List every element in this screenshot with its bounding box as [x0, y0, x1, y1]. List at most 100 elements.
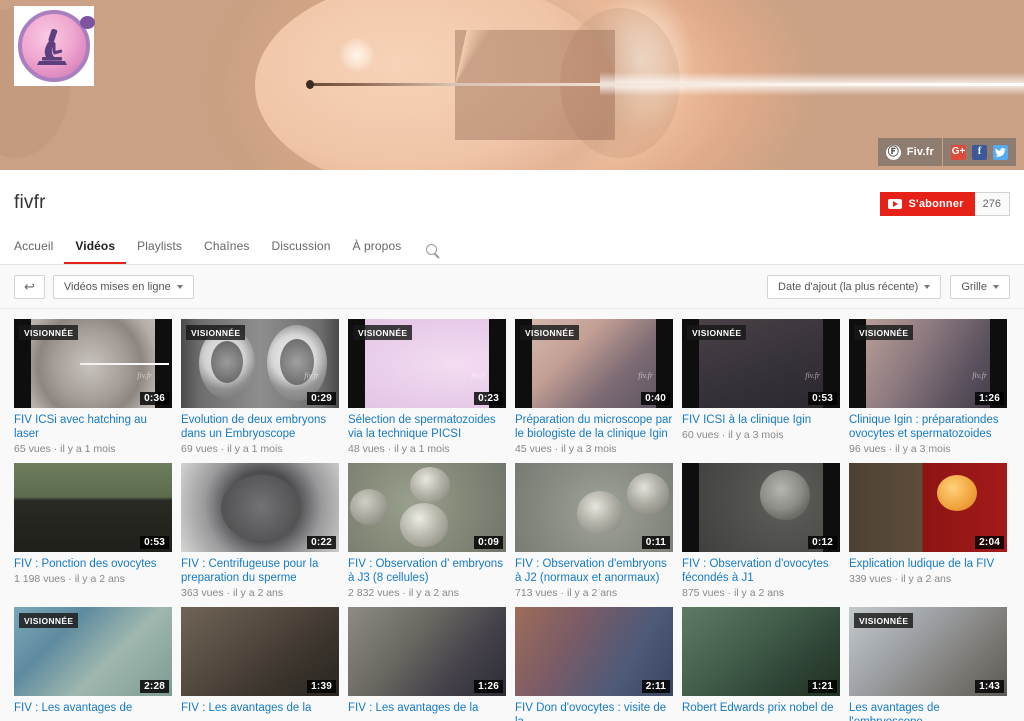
video-title[interactable]: FIV ICSi avec hatching au laser: [14, 413, 172, 441]
thumbnail-detail: [627, 473, 669, 515]
video-title[interactable]: FIV : Observation d'embryons à J2 (norma…: [515, 557, 673, 585]
sort-dropdown[interactable]: Date d'ajout (la plus récente): [767, 274, 942, 299]
thumbnail-detail: [221, 475, 301, 541]
video-title[interactable]: Robert Edwards prix nobel de: [682, 701, 840, 715]
tab-videos[interactable]: Vidéos: [64, 239, 127, 264]
video-title[interactable]: FIV Don d'ovocytes : visite de la: [515, 701, 673, 721]
video-card[interactable]: 2:11 FIV Don d'ovocytes : visite de la: [515, 607, 673, 721]
video-thumbnail[interactable]: 0:12: [682, 463, 840, 552]
video-thumbnail[interactable]: 0:53: [14, 463, 172, 552]
video-card[interactable]: 2:04 Explication ludique de la FIV 339 vue…: [849, 463, 1007, 599]
video-thumbnail[interactable]: 0:22: [181, 463, 339, 552]
video-title[interactable]: FIV : Les avantages de: [14, 701, 172, 715]
video-card[interactable]: 0:12 FIV : Observation d'ovocytes fécondé…: [682, 463, 840, 599]
watched-badge: VISIONNÉE: [687, 325, 747, 340]
tab-chaines[interactable]: Chaînes: [193, 239, 260, 264]
video-duration: 0:12: [808, 536, 837, 549]
video-title[interactable]: FIV : Les avantages de la: [181, 701, 339, 715]
thumbnail-detail: [937, 475, 977, 511]
video-title[interactable]: Les avantages de l'embryoscope: [849, 701, 1007, 721]
video-stats: 45 vues · il y a 3 mois: [515, 443, 617, 455]
video-thumbnail[interactable]: 0:11: [515, 463, 673, 552]
channel-search-button[interactable]: [412, 244, 448, 264]
video-meta: Robert Edwards prix nobel de: [682, 696, 840, 715]
video-card[interactable]: 0:22 FIV : Centrifugeuse pour la preparat…: [181, 463, 339, 599]
channel-header: fivfr S'abonner 276 Accueil Vidéos Playl…: [0, 170, 1024, 265]
video-card[interactable]: VISIONNÉE fiv.fr 0:36 FIV ICSi avec hatchin…: [14, 319, 172, 455]
google-plus-icon[interactable]: G+: [951, 144, 966, 160]
facebook-icon[interactable]: f: [972, 144, 987, 160]
search-icon: [426, 244, 438, 255]
video-card[interactable]: VISIONNÉE 1:43 Les avantages de l'embryosc…: [849, 607, 1007, 721]
channel-banner: Ⓕ Fiv.fr G+ f: [0, 0, 1024, 170]
video-title[interactable]: FIV ICSI à la clinique Igin: [682, 413, 840, 427]
back-button[interactable]: ↩: [14, 274, 45, 299]
video-stats: 96 vues · il y a 3 mois: [849, 443, 951, 455]
video-stats: 713 vues · il y a 2 ans: [515, 587, 618, 599]
video-meta: Les avantages de l'embryoscope: [849, 696, 1007, 721]
video-duration: 0:23: [474, 392, 503, 405]
subscribe-button[interactable]: S'abonner: [880, 192, 975, 216]
video-card[interactable]: 0:11 FIV : Observation d'embryons à J2 (n…: [515, 463, 673, 599]
thumbnail-detail: [400, 503, 448, 547]
video-thumbnail[interactable]: VISIONNÉE fiv.fr 0:36: [14, 319, 172, 408]
video-thumbnail[interactable]: VISIONNÉE fiv.fr 0:23: [348, 319, 506, 408]
banner-needle-tip: [306, 80, 314, 89]
video-thumbnail[interactable]: VISIONNÉE fiv.fr 1:26: [849, 319, 1007, 408]
view-mode-dropdown[interactable]: Grille: [950, 274, 1010, 299]
video-thumbnail[interactable]: VISIONNÉE 1:43: [849, 607, 1007, 696]
tab-accueil[interactable]: Accueil: [14, 239, 64, 264]
video-card[interactable]: VISIONNÉE fiv.fr 0:53 FIV ICSI à la cliniqu…: [682, 319, 840, 455]
video-meta: Préparation du microscope par le biologi…: [515, 408, 673, 455]
video-thumbnail[interactable]: 1:39: [181, 607, 339, 696]
video-thumbnail[interactable]: VISIONNÉE fiv.fr 0:40: [515, 319, 673, 408]
video-meta: FIV : Ponction des ovocytes 1 198 vues · …: [14, 552, 172, 585]
tab-a-propos[interactable]: À propos: [341, 239, 412, 264]
video-card[interactable]: 0:53 FIV : Ponction des ovocytes 1 198 vue…: [14, 463, 172, 599]
video-meta: FIV : Centrifugeuse pour la preparation …: [181, 552, 339, 599]
video-thumbnail[interactable]: 0:09: [348, 463, 506, 552]
video-title[interactable]: Explication ludique de la FIV: [849, 557, 1007, 571]
video-card[interactable]: VISIONNÉE fiv.fr 0:29 Evolution de deux emb…: [181, 319, 339, 455]
video-thumbnail[interactable]: VISIONNÉE 2:28: [14, 607, 172, 696]
video-card[interactable]: VISIONNÉE fiv.fr 1:26 Clinique Igin : prépa…: [849, 319, 1007, 455]
video-card[interactable]: 1:26 FIV : Les avantages de la: [348, 607, 506, 721]
video-title[interactable]: FIV : Observation d'ovocytes fécondés à …: [682, 557, 840, 585]
chevron-down-icon: [924, 284, 931, 289]
uploads-filter-dropdown[interactable]: Vidéos mises en ligne: [52, 274, 194, 299]
video-card[interactable]: 1:39 FIV : Les avantages de la: [181, 607, 339, 721]
channel-avatar[interactable]: [14, 6, 95, 86]
video-title[interactable]: Evolution de deux embryons dans un Embry…: [181, 413, 339, 441]
video-stats: 875 vues · il y a 2 ans: [682, 587, 785, 599]
video-card[interactable]: 1:21 Robert Edwards prix nobel de: [682, 607, 840, 721]
banner-link-fivfr[interactable]: Ⓕ Fiv.fr: [877, 138, 942, 166]
thumbnail-detail: [577, 491, 623, 535]
banner-link-overlay: Ⓕ Fiv.fr G+ f: [877, 138, 1016, 166]
video-thumbnail[interactable]: VISIONNÉE fiv.fr 0:53: [682, 319, 840, 408]
video-title[interactable]: FIV : Ponction des ovocytes: [14, 557, 172, 571]
thumbnail-letterbox: [682, 463, 699, 552]
video-thumbnail[interactable]: 2:11: [515, 607, 673, 696]
video-card[interactable]: VISIONNÉE fiv.fr 0:40 Préparation du micros…: [515, 319, 673, 455]
video-thumbnail[interactable]: 1:21: [682, 607, 840, 696]
tab-playlists[interactable]: Playlists: [126, 239, 193, 264]
video-card[interactable]: VISIONNÉE 2:28 FIV : Les avantages de: [14, 607, 172, 721]
video-stats: 1 198 vues · il y a 2 ans: [14, 573, 125, 585]
video-thumbnail[interactable]: 1:26: [348, 607, 506, 696]
video-title[interactable]: FIV : Centrifugeuse pour la preparation …: [181, 557, 339, 585]
twitter-icon[interactable]: [993, 144, 1008, 160]
tab-discussion[interactable]: Discussion: [260, 239, 341, 264]
video-title[interactable]: FIV : Les avantages de la: [348, 701, 506, 715]
video-card[interactable]: 0:09 FIV : Observation d' embryons à J3 (…: [348, 463, 506, 599]
video-thumbnail[interactable]: VISIONNÉE fiv.fr 0:29: [181, 319, 339, 408]
video-duration: 0:29: [307, 392, 336, 405]
video-title[interactable]: Préparation du microscope par le biologi…: [515, 413, 673, 441]
avatar-accent-dot: [80, 16, 95, 29]
video-title[interactable]: Clinique Igin : préparationdes ovocytes …: [849, 413, 1007, 441]
video-card[interactable]: VISIONNÉE fiv.fr 0:23 Sélection de spermato…: [348, 319, 506, 455]
video-thumbnail[interactable]: 2:04: [849, 463, 1007, 552]
thumbnail-detail: [760, 470, 810, 520]
video-title[interactable]: FIV : Observation d' embryons à J3 (8 ce…: [348, 557, 506, 585]
video-meta: Evolution de deux embryons dans un Embry…: [181, 408, 339, 455]
video-title[interactable]: Sélection de spermatozoides via la techn…: [348, 413, 506, 441]
